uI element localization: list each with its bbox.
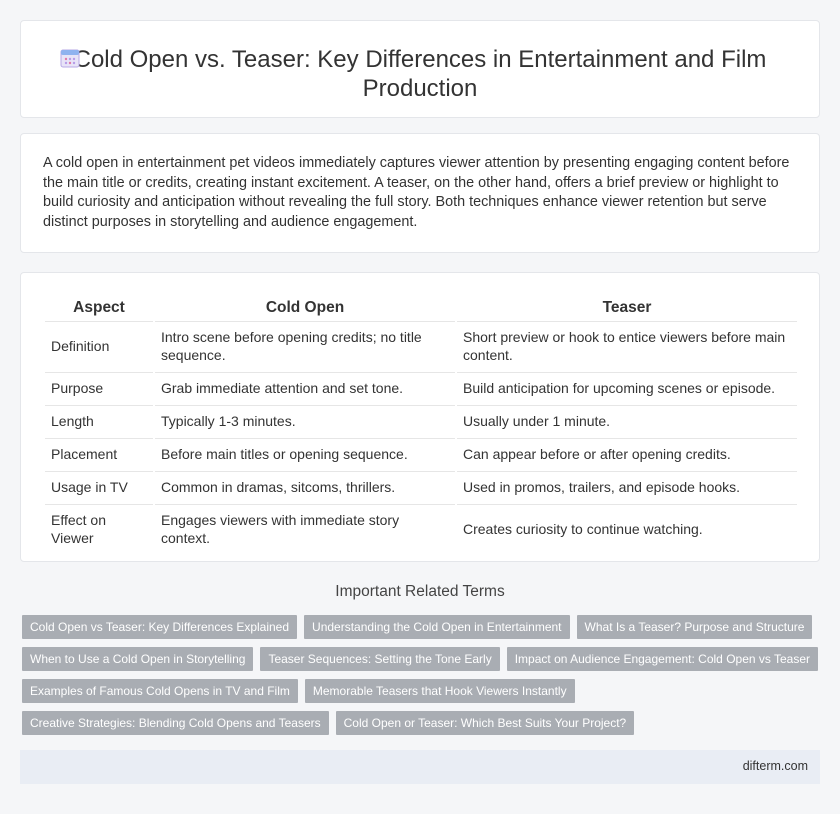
intro-text: A cold open in entertainment pet videos … — [43, 155, 790, 230]
table-row: Usage in TV Common in dramas, sitcoms, t… — [45, 471, 797, 502]
table-cell: Common in dramas, sitcoms, thrillers. — [155, 471, 455, 502]
table-cell: Can appear before or after opening credi… — [457, 438, 797, 469]
table-cell: Purpose — [45, 372, 153, 403]
related-term-link[interactable]: Memorable Teasers that Hook Viewers Inst… — [304, 679, 575, 703]
table-cell: Engages viewers with immediate story con… — [155, 504, 455, 553]
footer: difterm.com — [20, 750, 820, 784]
table-cell: Short preview or hook to entice viewers … — [457, 321, 797, 370]
table-cell: Intro scene before opening credits; no t… — [155, 321, 455, 370]
table-row: Placement Before main titles or opening … — [45, 438, 797, 469]
column-header-cold-open: Cold Open — [265, 299, 345, 316]
page-title: Cold Open vs. Teaser: Key Differences in… — [73, 46, 767, 102]
comparison-table: Aspect Cold Open Teaser Definition Intro… — [43, 293, 799, 555]
comparison-table-card: Aspect Cold Open Teaser Definition Intro… — [20, 272, 820, 562]
intro-card: A cold open in entertainment pet videos … — [20, 133, 820, 253]
table-row: Effect on Viewer Engages viewers with im… — [45, 504, 797, 553]
related-term-link[interactable]: What Is a Teaser? Purpose and Structure — [576, 615, 813, 639]
table-cell: Definition — [45, 321, 153, 370]
footer-site-name[interactable]: difterm.com — [743, 759, 808, 773]
related-terms-heading: Important Related Terms — [335, 583, 505, 600]
related-term-link[interactable]: Understanding the Cold Open in Entertain… — [304, 615, 570, 639]
column-header-teaser: Teaser — [602, 299, 652, 316]
table-row: Purpose Grab immediate attention and set… — [45, 372, 797, 403]
table-row: Length Typically 1-3 minutes. Usually un… — [45, 405, 797, 436]
table-cell: Length — [45, 405, 153, 436]
table-cell: Used in promos, trailers, and episode ho… — [457, 471, 797, 502]
related-term-link[interactable]: Creative Strategies: Blending Cold Opens… — [22, 711, 329, 735]
table-cell: Creates curiosity to continue watching. — [457, 504, 797, 553]
header-card: Cold Open vs. Teaser: Key Differences in… — [20, 20, 820, 118]
table-row: Definition Intro scene before opening cr… — [45, 321, 797, 370]
table-cell: Build anticipation for upcoming scenes o… — [457, 372, 797, 403]
related-term-link[interactable]: When to Use a Cold Open in Storytelling — [22, 647, 254, 671]
related-term-link[interactable]: Impact on Audience Engagement: Cold Open… — [506, 647, 819, 671]
table-cell: Typically 1-3 minutes. — [155, 405, 455, 436]
related-term-link[interactable]: Examples of Famous Cold Opens in TV and … — [22, 679, 298, 703]
table-header-row: Aspect Cold Open Teaser — [45, 295, 797, 319]
related-term-link[interactable]: Cold Open vs Teaser: Key Differences Exp… — [22, 615, 298, 639]
related-terms-list: Cold Open vs Teaser: Key Differences Exp… — [22, 615, 822, 735]
table-cell: Grab immediate attention and set tone. — [155, 372, 455, 403]
table-cell: Usually under 1 minute. — [457, 405, 797, 436]
table-cell: Placement — [45, 438, 153, 469]
table-cell: Before main titles or opening sequence. — [155, 438, 455, 469]
column-header-aspect: Aspect — [73, 299, 125, 316]
table-cell: Usage in TV — [45, 471, 153, 502]
table-cell: Effect on Viewer — [45, 504, 153, 553]
related-term-link[interactable]: Teaser Sequences: Setting the Tone Early — [260, 647, 500, 671]
calendar-icon — [60, 49, 80, 68]
related-term-link[interactable]: Cold Open or Teaser: Which Best Suits Yo… — [335, 711, 635, 735]
